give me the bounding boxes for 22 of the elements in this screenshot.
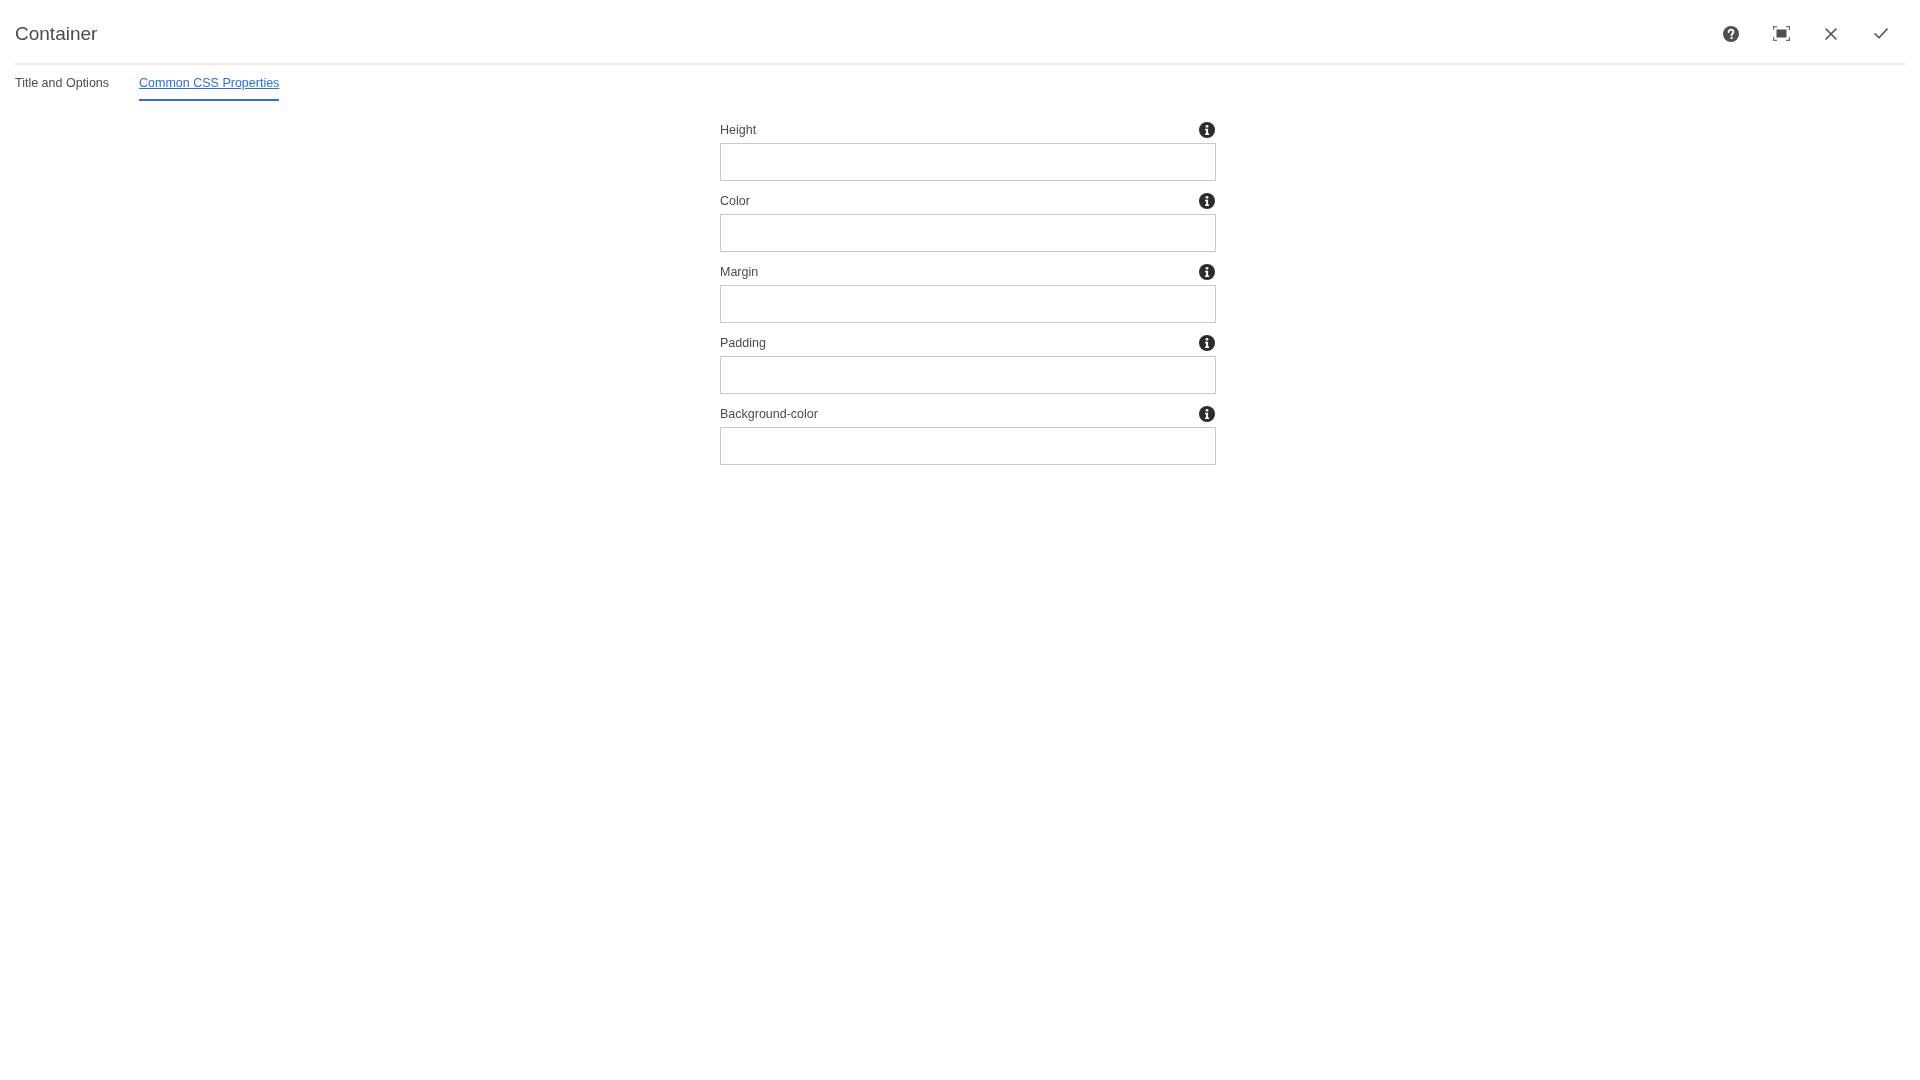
fullscreen-icon xyxy=(1772,26,1790,41)
close-icon xyxy=(1825,27,1837,40)
info-icon[interactable] xyxy=(1199,264,1215,280)
tab[interactable]: Title and Options xyxy=(15,65,110,101)
input-field[interactable] xyxy=(720,143,1216,181)
tab[interactable]: Common CSS Properties xyxy=(139,65,280,101)
input-field[interactable] xyxy=(720,214,1216,252)
info-icon[interactable] xyxy=(1199,193,1215,209)
field-label: Background-color xyxy=(720,407,818,421)
input-field[interactable] xyxy=(720,285,1216,323)
input-field[interactable] xyxy=(720,427,1216,465)
field-label: Margin xyxy=(720,265,759,279)
field-label: Height xyxy=(720,123,757,137)
info-icon[interactable] xyxy=(1199,335,1215,351)
info-icon[interactable] xyxy=(1199,406,1215,422)
field-label: Padding xyxy=(720,336,766,350)
help-icon xyxy=(1723,25,1739,42)
info-icon[interactable] xyxy=(1199,122,1215,138)
dialog-title: Container xyxy=(15,21,98,45)
field-label: Color xyxy=(720,194,750,208)
input-field[interactable] xyxy=(720,356,1216,394)
checkmark-icon xyxy=(1874,28,1888,39)
